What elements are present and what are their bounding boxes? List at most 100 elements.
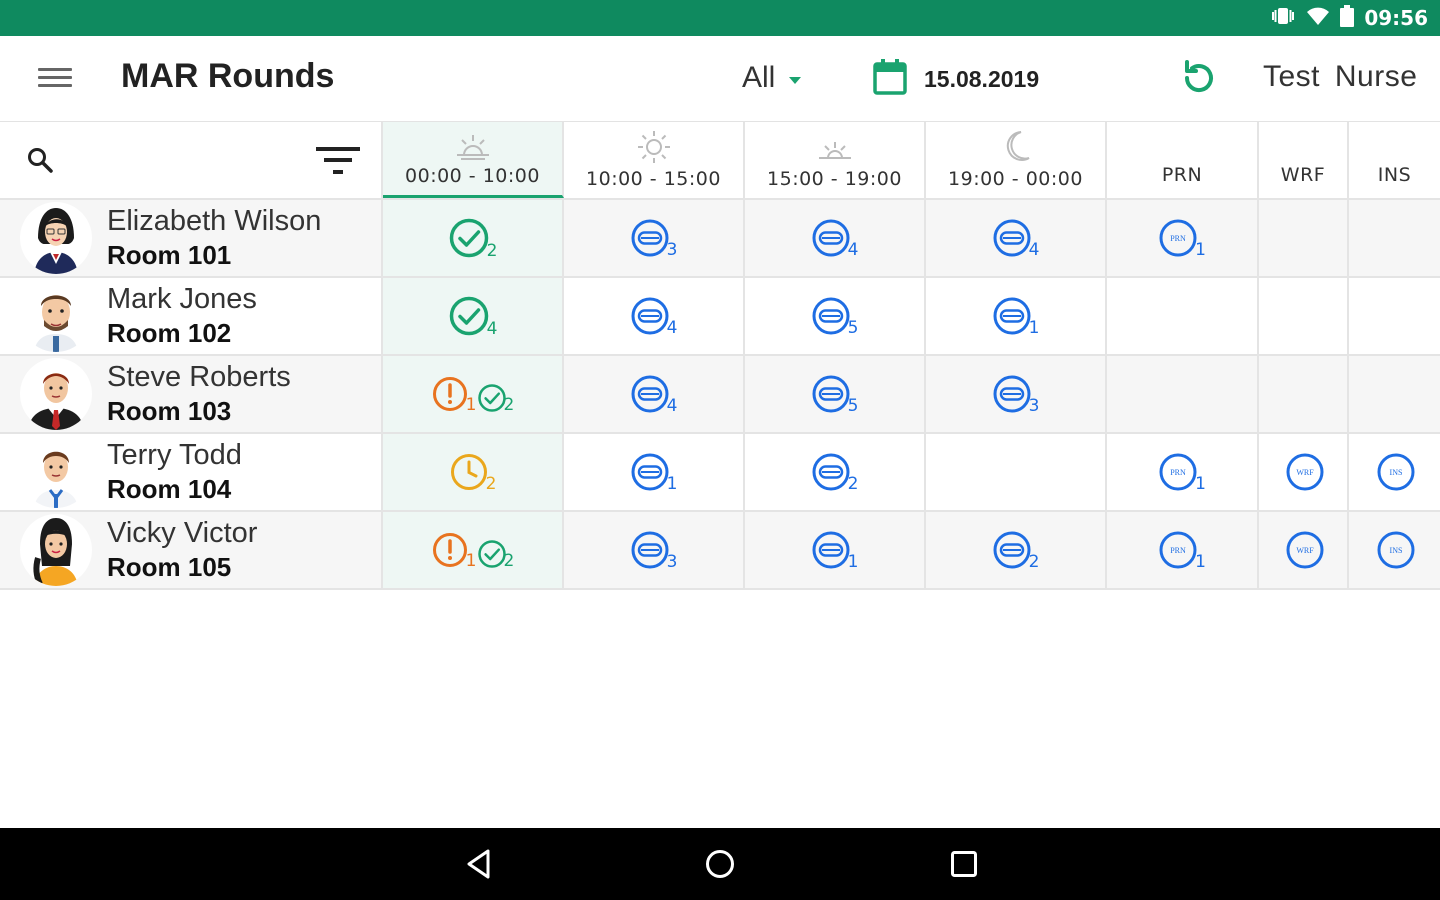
hamburger-menu-icon[interactable] [38, 68, 72, 92]
dose-cell-evening[interactable]: 1 [926, 278, 1107, 354]
mar-table: 00:00 - 10:00 10:00 - 15:00 15:00 - 19:0… [0, 122, 1440, 590]
column-header-evening[interactable]: 19:00 - 00:00 [926, 122, 1107, 198]
back-icon[interactable] [464, 848, 494, 885]
battery-icon [1340, 4, 1355, 32]
recents-icon[interactable] [950, 850, 978, 883]
user-name[interactable]: Test Nurse [1263, 60, 1417, 94]
patient-cell[interactable]: Elizabeth Wilson Room 101 [0, 200, 383, 276]
home-icon[interactable] [704, 848, 736, 885]
patient-cell[interactable]: Vicky Victor Room 105 [0, 512, 383, 588]
dose-cell-morning[interactable]: 2 [383, 200, 564, 276]
dose-status[interactable]: 1 [811, 530, 858, 572]
dose-status[interactable]: INS [1376, 530, 1415, 570]
patient-cell[interactable]: Terry Todd Room 104 [0, 434, 383, 510]
column-label: INS [1377, 164, 1412, 186]
dose-cell-prn[interactable]: PRN 1 [1107, 434, 1259, 510]
dose-cell-morning[interactable]: 2 [383, 434, 564, 510]
dose-cell-ins[interactable]: INS [1349, 434, 1440, 510]
dose-status[interactable]: 5 [811, 374, 858, 416]
dose-cell-evening [926, 434, 1107, 510]
search-icon[interactable] [26, 146, 54, 179]
dose-cell-prn[interactable]: PRN 1 [1107, 200, 1259, 276]
dose-cell-evening[interactable]: 4 [926, 200, 1107, 276]
table-row[interactable]: Vicky Victor Room 105 1 2 3 1 2 PRN 1 WRF INS [0, 512, 1440, 590]
dose-status[interactable]: 12 [431, 531, 515, 571]
dose-count: 1 [666, 474, 678, 494]
table-row[interactable]: Terry Todd Room 104 2 1 2 PRN 1 WRF INS [0, 434, 1440, 512]
svg-text:WRF: WRF [1296, 468, 1314, 477]
filter-dropdown[interactable]: All [742, 61, 802, 95]
dose-cell-afternoon[interactable]: 5 [745, 356, 926, 432]
dose-cell-wrf [1259, 278, 1349, 354]
dose-status[interactable]: 3 [992, 374, 1039, 416]
patient-cell[interactable]: Steve Roberts Room 103 [0, 356, 383, 432]
dose-status[interactable]: 4 [630, 296, 677, 338]
dose-cell-afternoon[interactable]: 5 [745, 278, 926, 354]
svg-text:PRN: PRN [1170, 234, 1186, 243]
patient-name: Steve Roberts [107, 361, 291, 393]
pill-icon [811, 452, 851, 492]
dose-cell-evening[interactable]: 3 [926, 356, 1107, 432]
patient-cell[interactable]: Mark Jones Room 102 [0, 278, 383, 354]
dose-cell-midday[interactable]: 1 [564, 434, 745, 510]
refresh-icon[interactable] [1177, 56, 1221, 105]
dose-status[interactable]: 4 [992, 218, 1039, 260]
patient-room: Room 105 [107, 552, 232, 582]
dose-cell-morning[interactable]: 4 [383, 278, 564, 354]
dose-status[interactable]: PRN 1 [1158, 452, 1206, 494]
column-header-prn[interactable]: PRN [1107, 122, 1259, 198]
dose-cell-afternoon[interactable]: 4 [745, 200, 926, 276]
dose-cell-morning[interactable]: 12 [383, 512, 564, 588]
column-header-wrf[interactable]: WRF [1259, 122, 1349, 198]
dose-cell-prn[interactable]: PRN 1 [1107, 512, 1259, 588]
dose-cell-wrf[interactable]: WRF [1259, 512, 1349, 588]
dose-cell-wrf[interactable]: WRF [1259, 434, 1349, 510]
dose-status[interactable]: 4 [448, 295, 497, 339]
table-row[interactable]: Mark Jones Room 102 4 4 5 1 [0, 278, 1440, 356]
table-row[interactable]: Elizabeth Wilson Room 101 2 3 4 4 PRN 1 [0, 200, 1440, 278]
pill-icon [811, 530, 851, 570]
clock-icon [449, 452, 489, 492]
column-header-midday[interactable]: 10:00 - 15:00 [564, 122, 745, 198]
dose-status[interactable]: 4 [811, 218, 858, 260]
dose-status[interactable]: 3 [630, 218, 677, 260]
dose-status[interactable]: 4 [630, 374, 677, 416]
check-circle-small-icon [477, 539, 507, 569]
svg-text:PRN: PRN [1170, 546, 1186, 555]
dose-cell-midday[interactable]: 4 [564, 356, 745, 432]
dose-cell-evening[interactable]: 2 [926, 512, 1107, 588]
dose-status[interactable]: PRN 1 [1158, 530, 1206, 572]
table-row[interactable]: Steve Roberts Room 103 1 2 4 5 3 [0, 356, 1440, 434]
page-title: MAR Rounds [121, 57, 335, 95]
column-header-ins[interactable]: INS [1349, 122, 1440, 198]
svg-text:INS: INS [1390, 468, 1403, 477]
column-header-afternoon[interactable]: 15:00 - 19:00 [745, 122, 926, 198]
dose-status[interactable]: PRN 1 [1158, 218, 1206, 260]
dose-status[interactable]: 1 [992, 296, 1039, 338]
dose-cell-morning[interactable]: 12 [383, 356, 564, 432]
dose-status[interactable]: 2 [811, 452, 858, 494]
dose-status[interactable]: INS [1376, 452, 1416, 492]
dose-status[interactable]: 5 [811, 296, 858, 338]
dose-cell-ins[interactable]: INS [1349, 512, 1440, 588]
dose-cell-afternoon[interactable]: 2 [745, 434, 926, 510]
column-header-morning[interactable]: 00:00 - 10:00 [383, 122, 564, 198]
date-picker[interactable]: 15.08.2019 [872, 58, 1039, 101]
dose-status[interactable]: WRF [1285, 452, 1323, 492]
dose-cell-prn [1107, 356, 1259, 432]
dose-cell-midday[interactable]: 4 [564, 278, 745, 354]
dose-status[interactable]: 1 [630, 452, 678, 494]
dose-cell-midday[interactable]: 3 [564, 512, 745, 588]
dose-count: 2 [503, 551, 515, 571]
dose-cell-midday[interactable]: 3 [564, 200, 745, 276]
dose-status[interactable]: 3 [630, 530, 677, 572]
dose-status[interactable]: 2 [449, 452, 496, 494]
sort-filter-icon[interactable] [315, 146, 361, 183]
dose-status[interactable]: WRF [1285, 530, 1323, 570]
dose-status[interactable]: 2 [448, 217, 497, 261]
ins-icon: INS [1376, 452, 1416, 492]
dose-status[interactable]: 12 [431, 375, 514, 415]
dose-cell-afternoon[interactable]: 1 [745, 512, 926, 588]
svg-text:WRF: WRF [1296, 546, 1314, 555]
dose-status[interactable]: 2 [992, 530, 1039, 572]
